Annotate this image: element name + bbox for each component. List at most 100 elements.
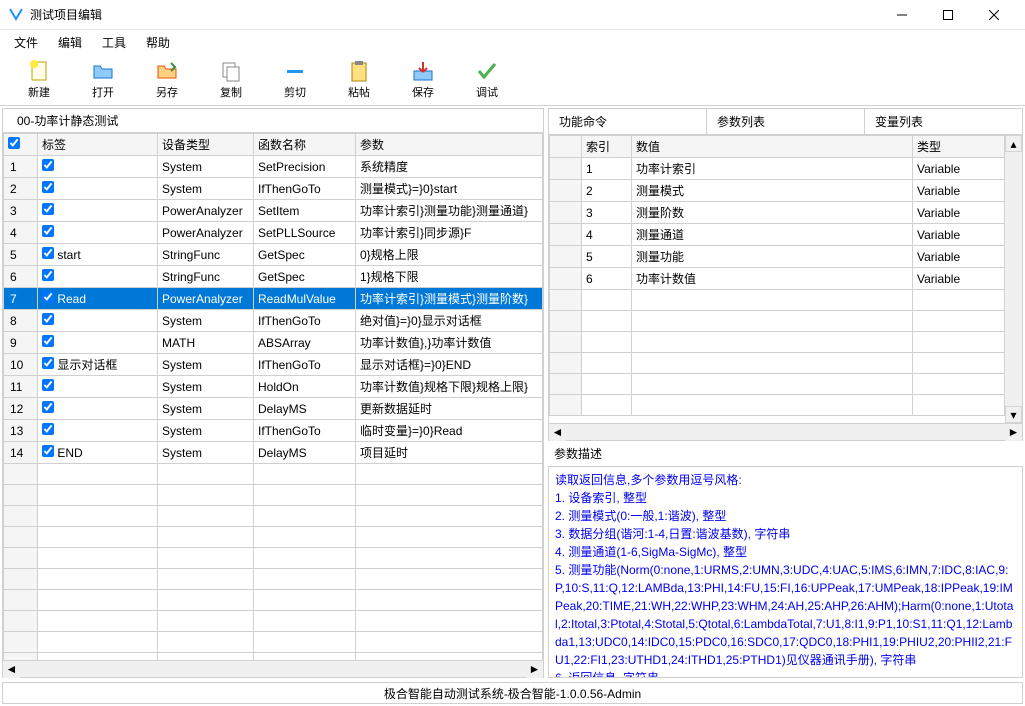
rcol-value[interactable]: 数值	[632, 136, 913, 158]
maximize-button[interactable]	[925, 0, 971, 30]
table-row[interactable]: 10 显示对话框SystemIfThenGoTo显示对话框}=}0}END	[4, 354, 543, 376]
cell-check[interactable]	[38, 653, 158, 661]
table-row[interactable]	[4, 632, 543, 653]
scroll-right-icon[interactable]: ►	[526, 661, 543, 678]
table-row[interactable]: 2SystemIfThenGoTo测量模式}=}0}start	[4, 178, 543, 200]
right-hscroll[interactable]: ◄ ►	[548, 424, 1023, 441]
left-tab[interactable]: 00-功率计静态测试	[9, 110, 126, 131]
table-row[interactable]	[4, 464, 543, 485]
col-label[interactable]: 标签	[38, 134, 158, 156]
cell-check[interactable]	[38, 590, 158, 611]
close-button[interactable]	[971, 0, 1017, 30]
table-row[interactable]	[4, 527, 543, 548]
table-row[interactable]	[4, 590, 543, 611]
row-checkbox[interactable]	[42, 313, 54, 325]
col-func[interactable]: 函数名称	[254, 134, 356, 156]
table-row[interactable]: 3测量阶数Variable	[550, 202, 1005, 224]
row-checkbox[interactable]	[42, 159, 54, 171]
row-checkbox[interactable]	[42, 379, 54, 391]
row-checkbox[interactable]	[42, 247, 54, 259]
table-row[interactable]	[4, 485, 543, 506]
table-row[interactable]: 5 startStringFuncGetSpec0}规格上限	[4, 244, 543, 266]
tool-paste[interactable]: 粘帖	[328, 56, 390, 104]
table-row[interactable]: 9MATHABSArray功率计数值},}功率计数值	[4, 332, 543, 354]
cell-check[interactable]: 显示对话框	[38, 354, 158, 376]
table-row[interactable]: 6功率计数值Variable	[550, 268, 1005, 290]
scroll-left-icon[interactable]: ◄	[3, 661, 20, 678]
rcol-type[interactable]: 类型	[913, 136, 1005, 158]
cell-check[interactable]	[38, 464, 158, 485]
table-row[interactable]	[550, 395, 1005, 416]
cell-check[interactable]	[38, 632, 158, 653]
row-checkbox[interactable]	[42, 181, 54, 193]
left-grid-wrap[interactable]: 标签 设备类型 函数名称 参数 1SystemSetPrecision系统精度2…	[3, 133, 543, 660]
cell-check[interactable]	[38, 266, 158, 288]
scroll-left-icon[interactable]: ◄	[549, 424, 566, 441]
table-row[interactable]: 1功率计索引Variable	[550, 158, 1005, 180]
table-row[interactable]: 3PowerAnalyzerSetItem功率计索引}测量功能}测量通道}	[4, 200, 543, 222]
table-row[interactable]: 4测量通道Variable	[550, 224, 1005, 246]
row-checkbox[interactable]	[42, 203, 54, 215]
cell-check[interactable]	[38, 376, 158, 398]
row-checkbox[interactable]	[42, 335, 54, 347]
cell-check[interactable]	[38, 200, 158, 222]
table-row[interactable]: 8SystemIfThenGoTo绝对值}=}0}显示对话框	[4, 310, 543, 332]
table-row[interactable]	[550, 374, 1005, 395]
check-all[interactable]	[8, 137, 20, 149]
table-row[interactable]: 5测量功能Variable	[550, 246, 1005, 268]
tool-open[interactable]: 打开	[72, 56, 134, 104]
menu-file[interactable]: 文件	[4, 32, 48, 53]
table-row[interactable]	[550, 290, 1005, 311]
cell-check[interactable]	[38, 156, 158, 178]
tool-cut[interactable]: 剪切	[264, 56, 326, 104]
cell-check[interactable]	[38, 548, 158, 569]
table-row[interactable]: 11SystemHoldOn功率计数值}规格下限}规格上限}	[4, 376, 543, 398]
table-row[interactable]	[4, 569, 543, 590]
right-vscroll[interactable]: ▴ ▾	[1005, 135, 1022, 423]
table-row[interactable]	[550, 332, 1005, 353]
col-check[interactable]	[4, 134, 38, 156]
minimize-button[interactable]	[879, 0, 925, 30]
table-row[interactable]	[550, 353, 1005, 374]
table-row[interactable]: 7 ReadPowerAnalyzerReadMulValue功率计索引}测量模…	[4, 288, 543, 310]
cell-check[interactable]	[38, 178, 158, 200]
table-row[interactable]	[4, 653, 543, 661]
table-row[interactable]: 2测量模式Variable	[550, 180, 1005, 202]
menu-help[interactable]: 帮助	[136, 32, 180, 53]
tab-param-list[interactable]: 参数列表	[707, 109, 865, 134]
row-checkbox[interactable]	[42, 445, 54, 457]
cell-check[interactable]: Read	[38, 288, 158, 310]
tool-saveas[interactable]: 另存	[136, 56, 198, 104]
left-hscroll[interactable]: ◄ ►	[3, 660, 543, 677]
tab-func-cmd[interactable]: 功能命令	[549, 109, 707, 134]
row-checkbox[interactable]	[42, 401, 54, 413]
cell-check[interactable]	[38, 506, 158, 527]
scroll-up-icon[interactable]: ▴	[1005, 135, 1022, 152]
col-device[interactable]: 设备类型	[158, 134, 254, 156]
row-checkbox[interactable]	[42, 225, 54, 237]
scroll-right-icon[interactable]: ►	[1005, 424, 1022, 441]
tool-new[interactable]: 新建	[8, 56, 70, 104]
cell-check[interactable]	[38, 611, 158, 632]
table-row[interactable]: 4PowerAnalyzerSetPLLSource功率计索引}同步源}F	[4, 222, 543, 244]
cell-check[interactable]	[38, 485, 158, 506]
table-row[interactable]: 12SystemDelayMS更新数据延时	[4, 398, 543, 420]
cell-check[interactable]	[38, 222, 158, 244]
tool-debug[interactable]: 调试	[456, 56, 518, 104]
cell-check[interactable]	[38, 310, 158, 332]
param-desc-text[interactable]: 读取返回信息,多个参数用逗号风格: 1. 设备索引, 整型 2. 测量模式(0:…	[548, 466, 1023, 678]
table-row[interactable]: 6StringFuncGetSpec1}规格下限	[4, 266, 543, 288]
cell-check[interactable]	[38, 398, 158, 420]
table-row[interactable]: 13SystemIfThenGoTo临时变量}=}0}Read	[4, 420, 543, 442]
cell-check[interactable]: END	[38, 442, 158, 464]
tab-var-list[interactable]: 变量列表	[865, 109, 1022, 134]
cell-check[interactable]	[38, 420, 158, 442]
row-checkbox[interactable]	[42, 269, 54, 281]
rcol-blank[interactable]	[550, 136, 582, 158]
menu-edit[interactable]: 编辑	[48, 32, 92, 53]
scroll-down-icon[interactable]: ▾	[1005, 406, 1022, 423]
rcol-index[interactable]: 索引	[582, 136, 632, 158]
col-param[interactable]: 参数	[356, 134, 543, 156]
cell-check[interactable]	[38, 569, 158, 590]
table-row[interactable]	[4, 506, 543, 527]
